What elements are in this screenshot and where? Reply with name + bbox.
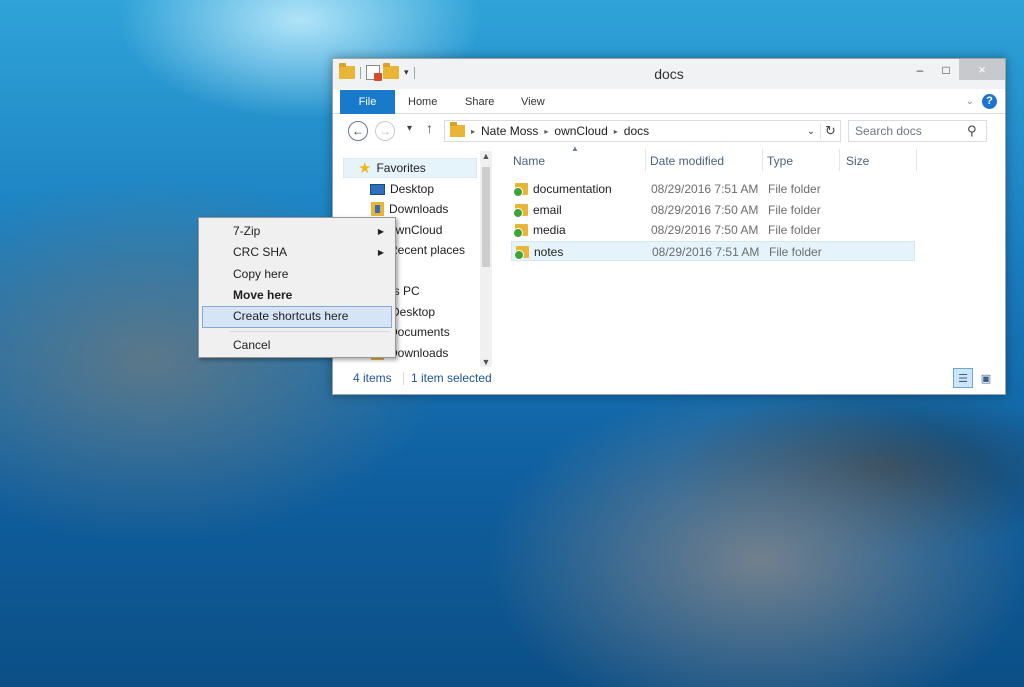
menu-item-move-here[interactable]: Move here bbox=[202, 285, 392, 307]
menu-item-label: CRC SHA bbox=[233, 245, 288, 259]
menu-item-copy-here[interactable]: Copy here bbox=[202, 264, 392, 286]
file-name: media bbox=[533, 223, 566, 237]
tab-file[interactable]: File bbox=[340, 90, 395, 114]
column-header-type[interactable]: Type bbox=[767, 149, 793, 173]
tab-share[interactable]: Share bbox=[465, 90, 494, 114]
desktop-icon bbox=[370, 183, 385, 195]
ribbon-tab-bar: File Home Share View ⌄ ? bbox=[333, 90, 1005, 114]
nav-item-downloads[interactable]: Downloads bbox=[371, 199, 448, 219]
column-divider[interactable] bbox=[916, 149, 917, 171]
file-list: Name ▲ Date modified Type Size documenta… bbox=[511, 144, 991, 279]
nav-item-desktop[interactable]: Desktop bbox=[370, 179, 434, 199]
close-button[interactable]: × bbox=[959, 59, 1005, 80]
nav-item-favorites[interactable]: ★ Favorites bbox=[343, 158, 477, 178]
menu-item-cancel[interactable]: Cancel bbox=[202, 335, 392, 357]
large-icons-view-button[interactable]: ▣ bbox=[976, 368, 996, 388]
search-input[interactable] bbox=[855, 124, 967, 138]
scroll-thumb[interactable] bbox=[482, 167, 490, 267]
menu-item-crc-sha[interactable]: CRC SHA ▶ bbox=[202, 242, 392, 264]
nav-pane-scrollbar[interactable]: ▲ ▼ bbox=[480, 151, 492, 367]
folder-icon bbox=[450, 122, 465, 137]
file-type: File folder bbox=[768, 182, 821, 196]
synced-folder-icon bbox=[513, 183, 528, 197]
file-name: notes bbox=[534, 245, 564, 259]
nav-item-label: Favorites bbox=[376, 161, 426, 175]
explorer-window[interactable]: ▾ docs – □ × File Home Share View ⌄ ? ← … bbox=[332, 58, 1006, 395]
expand-ribbon-icon[interactable]: ⌄ bbox=[966, 96, 974, 107]
navigation-bar: ← → ▾ ↑ ▸ Nate Moss ▸ ownCloud ▸ docs ⌄ … bbox=[333, 117, 1005, 145]
breadcrumb-separator[interactable]: ▸ bbox=[471, 127, 475, 136]
help-icon[interactable]: ? bbox=[982, 94, 997, 109]
column-header-date-modified[interactable]: Date modified bbox=[650, 149, 724, 173]
menu-item-7zip[interactable]: 7-Zip ▶ bbox=[202, 221, 392, 243]
address-bar[interactable]: ▸ Nate Moss ▸ ownCloud ▸ docs ⌄ ↻ bbox=[444, 120, 841, 142]
downloads-icon bbox=[371, 202, 384, 216]
menu-separator bbox=[229, 331, 389, 332]
forward-button[interactable]: → bbox=[375, 121, 395, 141]
breadcrumb-owncloud[interactable]: ownCloud bbox=[554, 124, 607, 138]
context-menu: 7-Zip ▶ CRC SHA ▶ Copy here Move here Cr… bbox=[198, 217, 396, 358]
recent-locations-dropdown[interactable]: ▾ bbox=[407, 123, 412, 134]
file-type: File folder bbox=[768, 203, 821, 217]
search-box[interactable]: ⚲ bbox=[848, 120, 987, 142]
status-bar: 4 items 1 item selected ☰ ▣ bbox=[333, 367, 1005, 389]
file-date: 08/29/2016 7:51 AM bbox=[652, 245, 760, 259]
breadcrumb-separator[interactable]: ▸ bbox=[544, 127, 548, 136]
file-date: 08/29/2016 7:50 AM bbox=[651, 223, 759, 237]
file-row-notes[interactable]: notes 08/29/2016 7:51 AM File folder bbox=[511, 241, 915, 261]
selection-count: 1 item selected bbox=[411, 371, 492, 385]
maximize-button[interactable]: □ bbox=[933, 59, 959, 80]
status-divider bbox=[403, 372, 404, 385]
tab-home[interactable]: Home bbox=[408, 90, 437, 114]
nav-item-label: Recent places bbox=[389, 243, 466, 257]
window-controls: – □ × bbox=[907, 59, 1005, 80]
star-icon: ★ bbox=[358, 160, 372, 177]
minimize-button[interactable]: – bbox=[907, 59, 933, 80]
scroll-up-arrow[interactable]: ▲ bbox=[480, 151, 492, 161]
menu-item-label: 7-Zip bbox=[233, 224, 261, 238]
submenu-arrow-icon: ▶ bbox=[377, 248, 384, 257]
nav-item-label: ownCloud bbox=[389, 223, 443, 237]
breadcrumb-separator[interactable]: ▸ bbox=[614, 127, 618, 136]
refresh-icon[interactable]: ↻ bbox=[820, 123, 840, 139]
synced-folder-icon bbox=[513, 224, 528, 238]
scroll-down-arrow[interactable]: ▼ bbox=[480, 357, 492, 367]
nav-item-label: Downloads bbox=[389, 346, 449, 360]
window-title: docs bbox=[654, 66, 684, 82]
sort-ascending-icon: ▲ bbox=[571, 144, 579, 153]
column-header-size[interactable]: Size bbox=[846, 149, 869, 173]
details-view-button[interactable]: ☰ bbox=[953, 368, 973, 388]
tab-view[interactable]: View bbox=[521, 90, 545, 114]
search-icon[interactable]: ⚲ bbox=[967, 123, 977, 139]
file-type: File folder bbox=[769, 245, 822, 259]
nav-item-label: Documents bbox=[389, 325, 450, 339]
item-count: 4 items bbox=[353, 371, 392, 385]
file-type: File folder bbox=[768, 223, 821, 237]
file-date: 08/29/2016 7:50 AM bbox=[651, 203, 759, 217]
nav-item-label: Desktop bbox=[390, 182, 435, 196]
synced-folder-icon bbox=[514, 246, 529, 260]
title-bar[interactable]: ▾ docs – □ × bbox=[333, 59, 1005, 89]
up-button[interactable]: ↑ bbox=[426, 120, 433, 136]
file-row-email[interactable]: email 08/29/2016 7:50 AM File folder bbox=[511, 200, 915, 220]
column-divider[interactable] bbox=[839, 149, 840, 171]
synced-folder-icon bbox=[513, 204, 528, 218]
file-row-media[interactable]: media 08/29/2016 7:50 AM File folder bbox=[511, 220, 915, 240]
menu-item-create-shortcuts-here[interactable]: Create shortcuts here bbox=[202, 306, 392, 328]
column-divider[interactable] bbox=[645, 149, 646, 171]
back-button[interactable]: ← bbox=[348, 121, 368, 141]
column-header-name[interactable]: Name bbox=[513, 149, 545, 173]
nav-item-label: Desktop bbox=[391, 305, 436, 319]
breadcrumb-nate-moss[interactable]: Nate Moss bbox=[481, 124, 538, 138]
address-history-dropdown[interactable]: ⌄ bbox=[802, 126, 820, 137]
breadcrumb-docs[interactable]: docs bbox=[624, 124, 649, 138]
file-name: email bbox=[533, 203, 562, 217]
nav-item-label: Downloads bbox=[389, 202, 449, 216]
file-date: 08/29/2016 7:51 AM bbox=[651, 182, 759, 196]
submenu-arrow-icon: ▶ bbox=[377, 227, 384, 236]
column-divider[interactable] bbox=[762, 149, 763, 171]
file-name: documentation bbox=[533, 182, 612, 196]
file-row-documentation[interactable]: documentation 08/29/2016 7:51 AM File fo… bbox=[511, 179, 915, 199]
